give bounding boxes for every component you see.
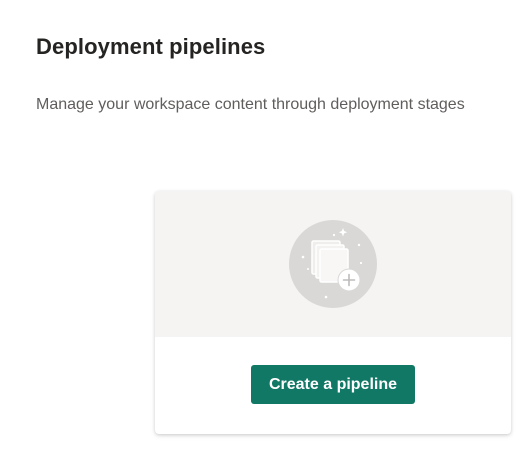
page-subtitle: Manage your workspace content through de… [36,96,465,113]
create-pipeline-button[interactable]: Create a pipeline [251,365,415,404]
card-illustration-area [155,191,511,337]
deployment-pipelines-page: Deployment pipelines Manage your workspa… [0,0,527,453]
create-pipeline-card: Create a pipeline [155,191,511,434]
page-title: Deployment pipelines [36,34,266,59]
stacked-pages-add-icon [289,220,377,308]
